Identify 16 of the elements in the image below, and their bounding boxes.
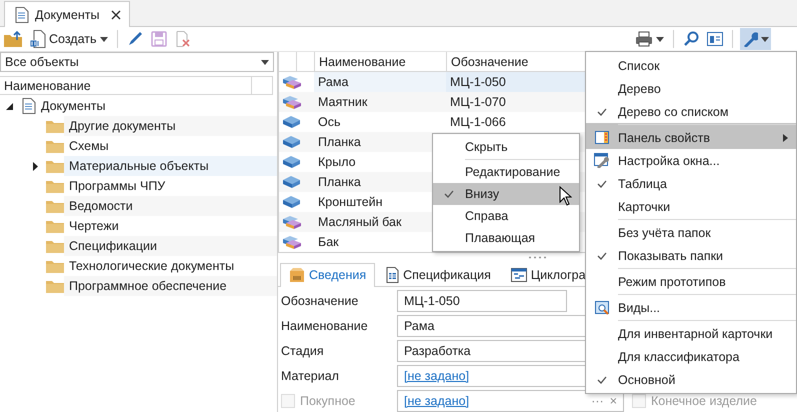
- field-label: Обозначение: [280, 294, 360, 308]
- field-label: Наименование: [280, 319, 369, 333]
- table-cell-text: Крыло: [317, 154, 357, 171]
- table-cell-text: Планка: [317, 134, 362, 151]
- table-cell-text: Бак: [317, 234, 340, 251]
- table-cell-text: Кронштейн: [317, 194, 384, 211]
- table-cell-text: Ось: [317, 114, 342, 131]
- table-cell-text: Масляный бак: [317, 214, 402, 231]
- table-cell: МЦ-1-066: [450, 115, 506, 129]
- table-cell-text: Планка: [317, 174, 362, 191]
- table-cell: МЦ-1-070: [450, 95, 506, 109]
- field-label: Стадия: [280, 344, 325, 358]
- table-cell: Рама: [314, 72, 446, 92]
- field-label: Материал: [280, 369, 340, 383]
- table-cell: МЦ-1-050: [450, 75, 506, 89]
- table-cell-text: Маятник: [317, 94, 368, 111]
